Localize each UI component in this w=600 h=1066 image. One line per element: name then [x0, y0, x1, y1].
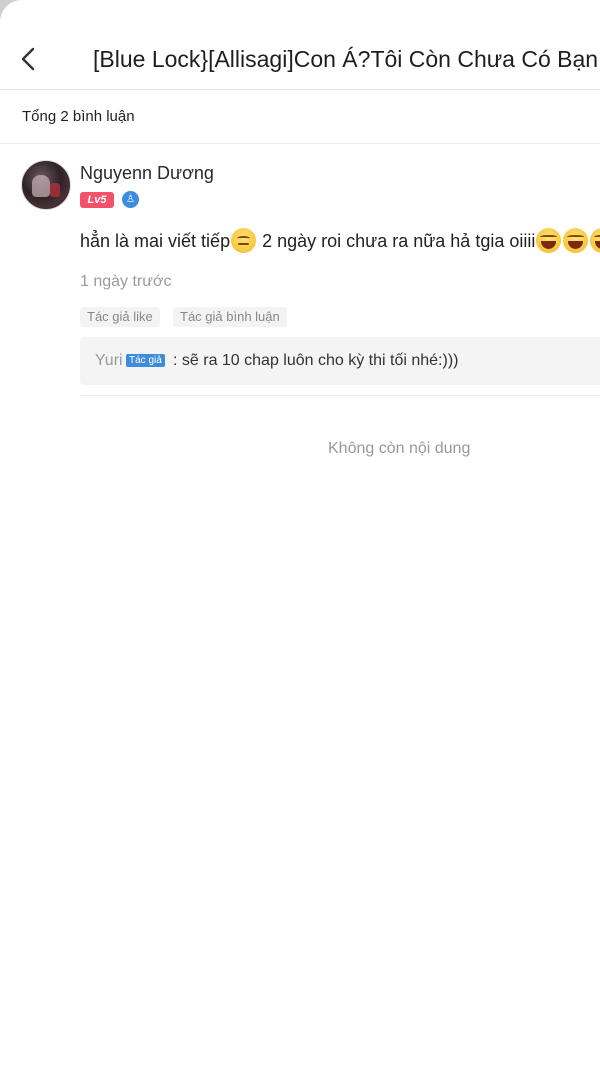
comment-timestamp: 1 ngày trước: [80, 273, 172, 290]
top-bar: [Blue Lock}[Allisagi]Con Á?Tôi Còn Chưa …: [0, 22, 600, 90]
level-badge: Lv5: [80, 192, 114, 208]
comment-text: hẳn là mai viết tiếp 2 ngày roi chưa ra …: [80, 228, 600, 253]
comment-count: Tổng 2 bình luận: [22, 108, 135, 125]
laughing-emoji-icon: [590, 228, 600, 253]
avatar[interactable]: [21, 160, 71, 210]
comment-divider: [80, 395, 600, 396]
laughing-emoji-icon: [563, 228, 589, 253]
comment-username[interactable]: Nguyenn Dương: [80, 163, 214, 184]
comments-page: [Blue Lock}[Allisagi]Con Á?Tôi Còn Chưa …: [0, 0, 600, 1066]
author-replied-tag: Tác giả bình luận: [173, 307, 287, 327]
verified-icon: ♙: [122, 191, 139, 208]
author-liked-tag: Tác giả like: [80, 307, 160, 327]
page-title: [Blue Lock}[Allisagi]Con Á?Tôi Còn Chưa …: [93, 46, 599, 72]
reply-text: : sẽ ra 10 chap luôn cho kỳ thi tối nhé:…: [173, 352, 459, 369]
reply-preview[interactable]: Yuri Tác giả : sẽ ra 10 chap luôn cho kỳ…: [80, 337, 600, 385]
end-of-list-text: Không còn nội dung: [328, 440, 471, 457]
author-tag: Tác giả: [126, 354, 165, 367]
back-button[interactable]: [12, 42, 46, 76]
reply-author: Yuri: [95, 352, 123, 369]
smirk-emoji-icon: [231, 228, 257, 253]
comment-text-part1: hẳn là mai viết tiếp: [80, 231, 231, 251]
screen-corner: [0, 0, 44, 44]
chevron-left-icon: [21, 47, 35, 71]
comment-text-part2: 2 ngày roi chưa ra nữa hả tgia oiiii: [257, 231, 536, 251]
laughing-emoji-icon: [536, 228, 562, 253]
comment-count-bar: Tổng 2 bình luận: [0, 90, 600, 144]
